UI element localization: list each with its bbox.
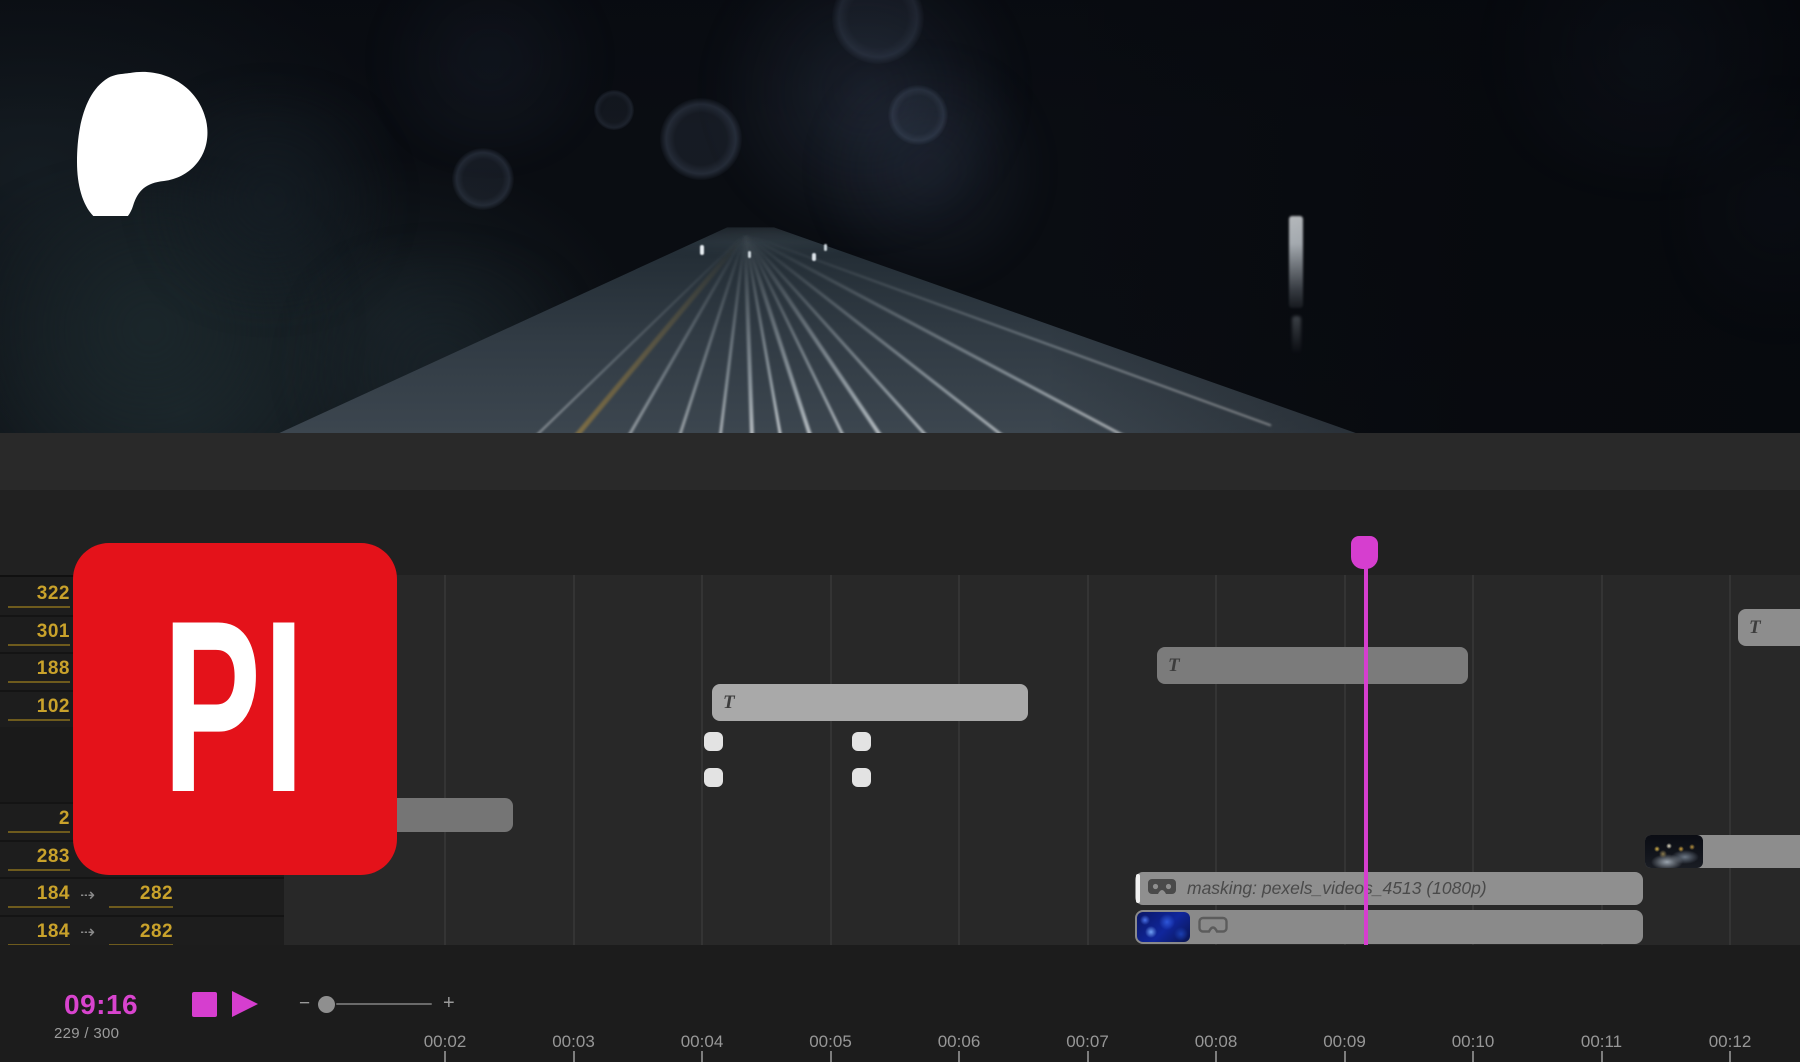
ruler-tick xyxy=(1344,1051,1346,1062)
timeline-gridline xyxy=(958,575,960,945)
masking-clip[interactable]: masking: pexels_videos_4513 (1080p) xyxy=(1135,872,1643,905)
track-value-field[interactable]: 2 xyxy=(8,808,70,833)
timeline-zoom-in-button[interactable]: + xyxy=(443,992,455,1015)
preview-toolbar: 50% Export video xyxy=(0,433,1800,492)
ruler-label: 00:11 xyxy=(1581,1032,1622,1052)
text-clip-glyph: T xyxy=(1168,655,1180,677)
text-clip[interactable]: T xyxy=(1157,647,1468,684)
keyframe-dot[interactable] xyxy=(704,768,723,787)
timecode-display: 09:16 xyxy=(64,989,144,1021)
ruler-label: 00:08 xyxy=(1195,1032,1238,1052)
video-preview xyxy=(0,0,1800,433)
ruler-tick xyxy=(1729,1051,1731,1062)
patreon-blob-logo xyxy=(76,70,212,216)
track-header-row: 184 ⇢ 282 xyxy=(0,877,284,917)
timeline-gridline xyxy=(1087,575,1089,945)
ruler-tick xyxy=(573,1051,575,1062)
keyframe-dot[interactable] xyxy=(852,732,871,751)
masking-clip-label: masking: pexels_videos_4513 (1080p) xyxy=(1187,878,1487,899)
text-clip-glyph: T xyxy=(723,692,735,714)
track-value-from-field[interactable]: 184 xyxy=(8,921,70,945)
transform-arrow-icon: ⇢ xyxy=(80,887,95,905)
ruler-label: 00:10 xyxy=(1452,1032,1495,1052)
track-value-to-field[interactable]: 282 xyxy=(109,883,173,908)
masked-video-clip[interactable] xyxy=(1135,910,1643,944)
vignette xyxy=(0,0,1800,433)
text-clip[interactable]: T xyxy=(712,684,1028,721)
track-value-from-field[interactable]: 184 xyxy=(8,883,70,908)
mask-goggles-icon xyxy=(1198,916,1228,937)
clip-trim-handle[interactable] xyxy=(1136,874,1140,903)
ruler-tick xyxy=(444,1051,446,1062)
ruler-tick xyxy=(1215,1051,1217,1062)
ruler-tick xyxy=(701,1051,703,1062)
track-value-field[interactable]: 283 xyxy=(8,846,70,871)
timeline-gridline xyxy=(1729,575,1731,945)
ruler-tick xyxy=(1601,1051,1603,1062)
channel-badge-text: PI xyxy=(163,584,307,835)
channel-badge-overlay: PI xyxy=(73,543,397,875)
clip-thumbnail xyxy=(1645,835,1703,868)
play-button[interactable] xyxy=(232,991,258,1017)
timeline-zoom-slider-track[interactable] xyxy=(336,1003,432,1005)
mask-goggles-icon xyxy=(1147,878,1177,899)
ruler-label: 00:12 xyxy=(1709,1032,1752,1052)
timeline-zoom-out-button[interactable]: − xyxy=(299,993,310,1015)
timeline-gridline xyxy=(573,575,575,945)
ruler-label: 00:07 xyxy=(1066,1032,1109,1052)
ruler-tick xyxy=(830,1051,832,1062)
track-header-row: 184 ⇢ 282 xyxy=(0,915,284,946)
ruler-label: 00:02 xyxy=(424,1032,467,1052)
text-clip[interactable]: T xyxy=(1738,609,1800,646)
text-clip-glyph: T xyxy=(1749,617,1761,639)
ruler-label: 00:09 xyxy=(1323,1032,1366,1052)
track-value-to-field[interactable]: 282 xyxy=(109,921,173,945)
timeline-zoom-slider-handle[interactable] xyxy=(318,996,335,1013)
ruler-tick xyxy=(1087,1051,1089,1062)
track-value-field[interactable]: 102 xyxy=(8,696,70,721)
timeline-gridline xyxy=(444,575,446,945)
keyframe-dot[interactable] xyxy=(704,732,723,751)
video-clip[interactable] xyxy=(1645,835,1800,868)
stop-button[interactable] xyxy=(192,992,217,1017)
ruler-label: 00:04 xyxy=(681,1032,724,1052)
ruler-tick xyxy=(958,1051,960,1062)
timeline-gridline xyxy=(701,575,703,945)
playhead-handle[interactable] xyxy=(1351,536,1378,569)
playhead-line[interactable] xyxy=(1364,568,1368,945)
track-value-field[interactable]: 322 xyxy=(8,583,70,608)
keyframe-dot[interactable] xyxy=(852,768,871,787)
ruler-label: 00:05 xyxy=(809,1032,852,1052)
track-value-field[interactable]: 188 xyxy=(8,658,70,683)
timeline-gridline xyxy=(830,575,832,945)
track-value-field[interactable]: 301 xyxy=(8,621,70,646)
ruler-label: 00:06 xyxy=(938,1032,981,1052)
frame-counter: 229 / 300 xyxy=(54,1025,119,1042)
ruler-label: 00:03 xyxy=(552,1032,595,1052)
ruler-tick xyxy=(1472,1051,1474,1062)
transform-arrow-icon: ⇢ xyxy=(80,924,95,942)
clip-thumbnail xyxy=(1137,912,1190,942)
